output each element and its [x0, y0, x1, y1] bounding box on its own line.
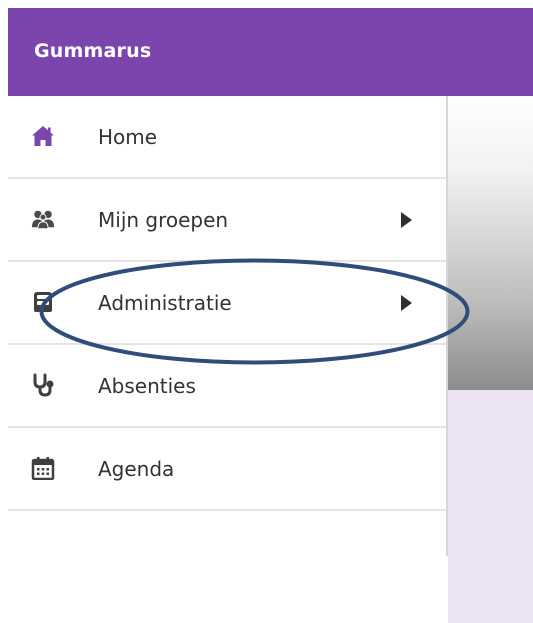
- sidebar-item-label: Administratie: [98, 290, 232, 315]
- stethoscope-icon: [31, 373, 55, 397]
- chevron-right-icon: [401, 211, 412, 228]
- sidebar-item-label: Agenda: [98, 456, 175, 481]
- chevron-right-icon: [401, 294, 412, 311]
- calendar-icon: [31, 456, 55, 480]
- sidebar-item-label: Absenties: [98, 373, 196, 398]
- content-image: [448, 96, 533, 390]
- sidebar-item-label: Home: [98, 124, 158, 149]
- sidebar-menu: Home Mijn groepen Administratie Absentie…: [8, 96, 448, 556]
- sidebar-item-mijn-groepen[interactable]: Mijn groepen: [8, 179, 446, 262]
- sidebar-item-label: Mijn groepen: [98, 207, 229, 232]
- app-title[interactable]: Gummarus: [34, 40, 151, 62]
- sidebar-item-absenties[interactable]: Absenties: [8, 345, 446, 428]
- home-icon: [31, 125, 55, 147]
- app-header: Gummarus: [8, 8, 533, 96]
- sidebar-item-agenda[interactable]: Agenda: [8, 428, 446, 511]
- sidebar-item-administratie[interactable]: Administratie: [8, 262, 446, 345]
- group-icon: [31, 208, 55, 230]
- app-frame: Gummarus Home Mijn groepen Administratie…: [8, 8, 533, 623]
- sidebar-item-home[interactable]: Home: [8, 96, 446, 179]
- archive-icon: [31, 291, 55, 313]
